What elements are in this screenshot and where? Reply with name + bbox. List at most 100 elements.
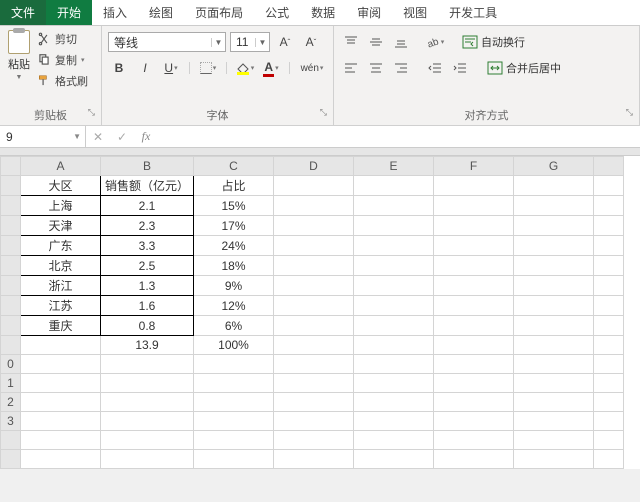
row-header[interactable] [1,256,21,276]
cell[interactable]: 江苏 [21,296,101,316]
increase-indent-button[interactable] [449,58,471,78]
format-painter-button[interactable]: 格式刷 [37,73,88,89]
cell[interactable]: 浙江 [21,276,101,296]
cell[interactable]: 上海 [21,196,101,216]
cell[interactable]: 2.5 [101,256,194,276]
tab-home[interactable]: 开始 [46,0,92,25]
cancel-formula-button[interactable]: ✕ [86,130,110,144]
cell[interactable]: 3.3 [101,236,194,256]
row-header[interactable]: 0 [1,355,21,374]
row-header[interactable] [1,216,21,236]
align-right-button[interactable] [390,58,412,78]
enter-formula-button[interactable]: ✓ [110,130,134,144]
cell[interactable]: 大区 [21,176,101,196]
increase-font-button[interactable]: Aˆ [274,32,296,52]
cell[interactable]: 0.8 [101,316,194,336]
tab-file[interactable]: 文件 [0,0,46,25]
col-header[interactable]: A [21,157,101,176]
decrease-indent-button[interactable] [424,58,446,78]
chevron-down-icon[interactable]: ▼ [211,38,225,47]
clipboard-launcher[interactable]: ⤡ [88,107,95,118]
cell[interactable]: 17% [194,216,274,236]
cell[interactable]: 广东 [21,236,101,256]
cell[interactable]: 重庆 [21,316,101,336]
cell[interactable]: 1.6 [101,296,194,316]
row-header[interactable] [1,431,21,450]
cell[interactable]: 占比 [194,176,274,196]
font-color-button[interactable]: A▾ [260,58,282,78]
bold-button[interactable]: B [108,58,130,78]
align-top-button[interactable] [340,32,362,52]
row-header[interactable] [1,450,21,469]
cell[interactable] [21,336,101,355]
cell[interactable]: 9% [194,276,274,296]
underline-button[interactable]: U▾ [160,58,182,78]
row-header[interactable]: 1 [1,374,21,393]
font-size-combo[interactable]: 11 ▼ [230,32,270,52]
fill-color-button[interactable]: ▾ [234,58,256,78]
worksheet-grid[interactable]: A B C D E F G 大区 销售额（亿元） 占比 上海 2.1 15% 天… [0,156,640,469]
italic-button[interactable]: I [134,58,156,78]
tab-view[interactable]: 视图 [392,0,438,25]
cell[interactable]: 2.1 [101,196,194,216]
name-box[interactable]: 9▼ [0,126,86,147]
align-left-button[interactable] [340,58,362,78]
orientation-button[interactable]: ab▾ [424,32,446,52]
cut-button[interactable]: 剪切 [37,31,88,47]
cell[interactable]: 6% [194,316,274,336]
cell[interactable]: 24% [194,236,274,256]
fx-button[interactable]: fx [134,129,158,144]
col-header[interactable]: B [101,157,194,176]
phonetic-button[interactable]: wén▾ [297,58,327,78]
decrease-font-button[interactable]: Aˇ [300,32,322,52]
tab-review[interactable]: 审阅 [346,0,392,25]
cell[interactable]: 13.9 [101,336,194,355]
cell[interactable]: 销售额（亿元） [101,176,194,196]
tab-draw[interactable]: 绘图 [138,0,184,25]
alignment-launcher[interactable]: ⤡ [626,107,633,118]
cell[interactable] [274,176,354,196]
cell[interactable]: 18% [194,256,274,276]
col-header[interactable]: G [514,157,594,176]
tab-insert[interactable]: 插入 [92,0,138,25]
cell[interactable]: 天津 [21,216,101,236]
row-header[interactable]: 3 [1,412,21,431]
tab-data[interactable]: 数据 [300,0,346,25]
copy-button[interactable]: 复制 ▾ [37,52,88,68]
wrap-text-button[interactable]: 自动换行 [462,34,525,50]
row-header[interactable] [1,296,21,316]
row-header[interactable] [1,236,21,256]
cell[interactable]: 1.3 [101,276,194,296]
col-header[interactable]: E [354,157,434,176]
font-name-combo[interactable]: 等线 ▼ [108,32,226,52]
row-header[interactable]: 2 [1,393,21,412]
cell[interactable]: 12% [194,296,274,316]
col-header[interactable] [594,157,624,176]
font-launcher[interactable]: ⤡ [320,107,327,118]
row-header[interactable] [1,176,21,196]
cell[interactable]: 100% [194,336,274,355]
chevron-down-icon[interactable]: ▼ [255,38,269,47]
select-all-corner[interactable] [1,157,21,176]
formula-input[interactable] [158,126,640,147]
align-center-button[interactable] [365,58,387,78]
paste-button[interactable]: 粘贴 ▼ [4,28,34,83]
col-header[interactable]: D [274,157,354,176]
align-middle-button[interactable] [365,32,387,52]
tab-page-layout[interactable]: 页面布局 [184,0,254,25]
cell[interactable]: 北京 [21,256,101,276]
row-header[interactable] [1,276,21,296]
merge-center-button[interactable]: 合并后居中 [487,60,561,76]
row-header[interactable] [1,196,21,216]
align-bottom-button[interactable] [390,32,412,52]
tab-developer[interactable]: 开发工具 [438,0,508,25]
row-header[interactable] [1,336,21,355]
col-header[interactable]: F [434,157,514,176]
row-header[interactable] [1,316,21,336]
col-header[interactable]: C [194,157,274,176]
border-button[interactable]: ▾ [197,58,219,78]
ribbon: 粘贴 ▼ 剪切 复制 ▾ 格式刷 剪贴板 ⤡ [0,26,640,126]
cell[interactable]: 15% [194,196,274,216]
cell[interactable]: 2.3 [101,216,194,236]
tab-formulas[interactable]: 公式 [254,0,300,25]
